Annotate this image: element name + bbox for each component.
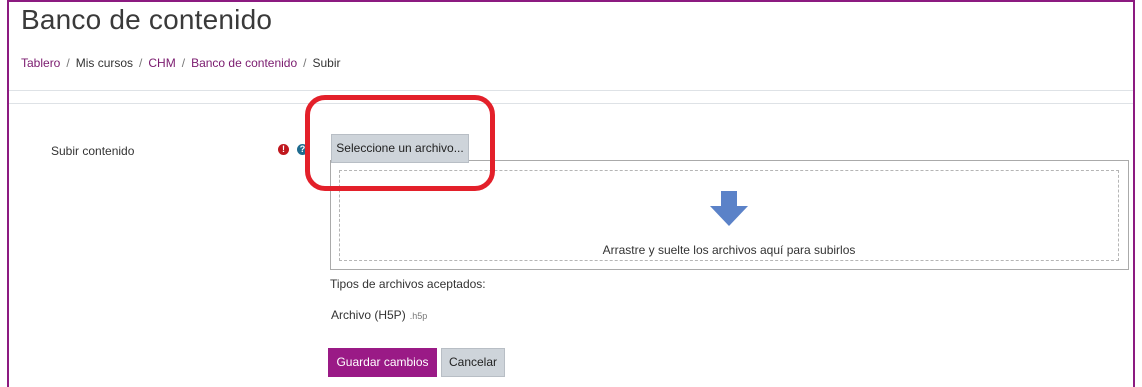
- breadcrumb-separator: /: [66, 56, 70, 70]
- breadcrumb-tablero[interactable]: Tablero: [21, 56, 60, 70]
- save-changes-button[interactable]: Guardar cambios: [328, 348, 437, 377]
- accepted-type-item: Archivo (H5P) .h5p: [331, 308, 427, 322]
- accepted-type-name: Archivo (H5P): [331, 308, 406, 322]
- dropzone-text: Arrastre y suelte los archivos aquí para…: [602, 243, 856, 257]
- select-file-button[interactable]: Seleccione un archivo...: [331, 134, 469, 163]
- header-divider: [9, 90, 1133, 104]
- breadcrumb-subir: Subir: [312, 56, 341, 70]
- breadcrumb-separator: /: [181, 56, 186, 70]
- down-arrow-icon: [710, 191, 748, 226]
- upload-content-label: Subir contenido: [51, 144, 135, 158]
- accepted-types-label: Tipos de archivos aceptados:: [330, 277, 486, 291]
- breadcrumb-chm[interactable]: CHM: [148, 56, 175, 70]
- breadcrumb: Tablero / Mis cursos / CHM / Banco de contenid…: [21, 56, 341, 70]
- breadcrumb-mis-cursos: Mis cursos: [75, 56, 134, 70]
- breadcrumb-separator: /: [303, 56, 307, 70]
- accepted-type-ext: .h5p: [409, 311, 428, 321]
- cancel-button[interactable]: Cancelar: [441, 348, 505, 377]
- breadcrumb-banco-de-contenido[interactable]: Banco de contenido: [191, 56, 297, 70]
- exclamation-circle-icon: !: [278, 144, 289, 155]
- question-circle-icon[interactable]: ?: [297, 144, 308, 155]
- breadcrumb-separator: /: [139, 56, 143, 70]
- page-title: Banco de contenido: [21, 4, 273, 35]
